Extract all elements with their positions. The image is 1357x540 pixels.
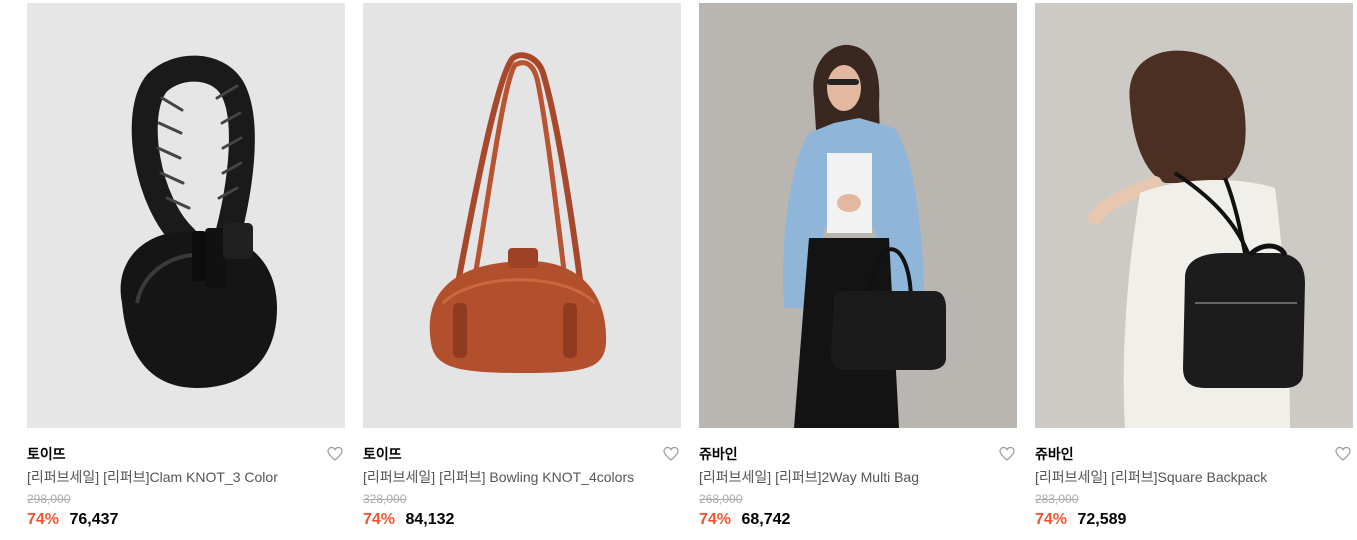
product-card[interactable]: 쥬바인 [리퍼브세일] [리퍼브]Square Backpack 283,000… [1035,3,1353,531]
product-name[interactable]: [리퍼브세일] [리퍼브]2Way Multi Bag [699,467,1017,487]
heart-icon[interactable] [1335,446,1351,462]
product-name[interactable]: [리퍼브세일] [리퍼브]Clam KNOT_3 Color [27,467,345,487]
heart-icon[interactable] [327,446,343,462]
brand-name[interactable]: 토이뜨 [27,446,66,462]
discount-rate: 74% [699,511,732,528]
sale-price: 68,742 [741,511,791,528]
heart-icon[interactable] [663,446,679,462]
original-price: 328,000 [363,492,407,506]
product-image-model-tote[interactable] [699,3,1017,428]
product-card[interactable]: 토이뜨 [리퍼브세일] [리퍼브]Clam KNOT_3 Color 298,0… [27,3,345,531]
product-name[interactable]: [리퍼브세일] [리퍼브]Square Backpack [1035,467,1353,487]
original-price: 283,000 [1035,492,1079,506]
brand-name[interactable]: 쥬바인 [699,446,738,462]
product-image-black-knot-bag[interactable] [27,3,345,428]
sale-price: 76,437 [69,511,119,528]
original-price: 268,000 [699,492,743,506]
brand-name[interactable]: 쥬바인 [1035,446,1074,462]
product-grid: 토이뜨 [리퍼브세일] [리퍼브]Clam KNOT_3 Color 298,0… [27,3,1353,531]
discount-rate: 74% [363,511,396,528]
discount-rate: 74% [27,511,60,528]
product-card[interactable]: 쥬바인 [리퍼브세일] [리퍼브]2Way Multi Bag 268,000 … [699,3,1017,531]
sale-price: 84,132 [405,511,455,528]
product-card[interactable]: 토이뜨 [리퍼브세일] [리퍼브] Bowling KNOT_4colors 3… [363,3,681,531]
original-price: 298,000 [27,492,71,506]
sale-price: 72,589 [1077,511,1127,528]
product-image-model-backpack[interactable] [1035,3,1353,428]
heart-icon[interactable] [999,446,1015,462]
discount-rate: 74% [1035,511,1068,528]
product-name[interactable]: [리퍼브세일] [리퍼브] Bowling KNOT_4colors [363,467,681,487]
product-image-brown-bowling-bag[interactable] [363,3,681,428]
brand-name[interactable]: 토이뜨 [363,446,402,462]
